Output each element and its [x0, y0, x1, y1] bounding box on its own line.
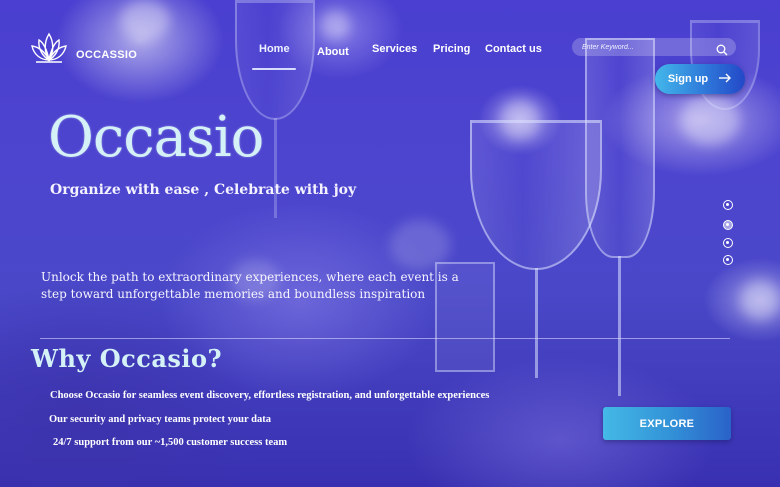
section-divider	[40, 338, 730, 339]
carousel-dot-3[interactable]	[723, 238, 733, 248]
search-icon[interactable]	[716, 41, 728, 56]
hero-subtitle: Organize with ease , Celebrate with joy	[50, 182, 357, 198]
search-input[interactable]	[572, 43, 710, 51]
nav-active-indicator	[252, 68, 296, 70]
nav-services[interactable]: Services	[372, 43, 417, 55]
why-bullet: Choose Occasio for seamless event discov…	[50, 390, 490, 401]
why-section-title: Why Occasio?	[31, 344, 223, 373]
carousel-dot-2[interactable]	[723, 220, 733, 230]
why-bullet: 24/7 support from our ~1,500 customer su…	[53, 437, 288, 448]
carousel-dot-1[interactable]	[723, 200, 733, 210]
hero-title: Occasio	[48, 105, 264, 170]
brand-name: OCCASSIO	[76, 49, 138, 61]
nav-pricing[interactable]: Pricing	[433, 43, 470, 55]
brand-logo[interactable]: OCCASSIO	[30, 30, 137, 70]
search-bar	[572, 38, 736, 56]
nav-contact-us[interactable]: Contact us	[485, 43, 542, 55]
lotus-icon	[30, 30, 68, 70]
explore-button[interactable]: EXPLORE	[603, 407, 731, 440]
arrow-right-icon	[718, 73, 732, 86]
sign-up-label: Sign up	[667, 73, 709, 85]
why-bullet: Our security and privacy teams protect y…	[49, 414, 271, 425]
nav-about[interactable]: About	[317, 46, 349, 58]
nav-home[interactable]: Home	[259, 43, 290, 55]
hero-description: Unlock the path to extraordinary experie…	[41, 270, 459, 301]
carousel-dot-4[interactable]	[723, 255, 733, 265]
sign-up-button[interactable]: Sign up	[655, 64, 745, 94]
